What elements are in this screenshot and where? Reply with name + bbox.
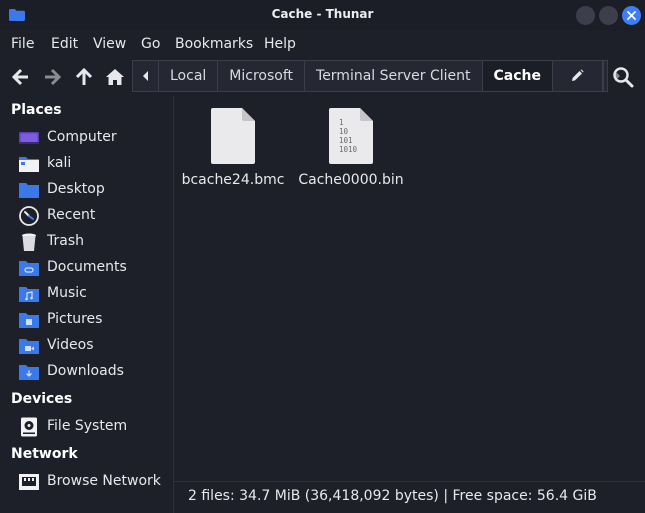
generic-file-icon xyxy=(211,108,255,164)
sidebar-item-label: Recent xyxy=(47,207,96,223)
network-heading: Network xyxy=(11,446,78,462)
file-name: Cache0000.bin xyxy=(298,172,404,188)
sidebar-item-videos[interactable]: Videos xyxy=(19,334,169,358)
close-icon xyxy=(627,11,636,20)
menu-bookmarks[interactable]: Bookmarks xyxy=(175,36,253,52)
desktop-folder-icon xyxy=(19,183,39,198)
file-name: bcache24.bmc xyxy=(181,172,285,188)
crumb-cache[interactable]: Cache xyxy=(482,61,554,91)
minimize-button[interactable] xyxy=(576,6,595,25)
computer-icon xyxy=(19,132,39,144)
sidebar-item-label: Browse Network xyxy=(47,473,161,489)
sidebar-item-label: Music xyxy=(47,285,87,301)
sidebar-item-desktop[interactable]: Desktop xyxy=(19,178,169,202)
sidebar-item-label: Pictures xyxy=(47,311,103,327)
sidebar-item-downloads[interactable]: Downloads xyxy=(19,360,169,384)
binary-line: 1 xyxy=(339,118,344,127)
arrow-right-icon xyxy=(45,68,62,86)
videos-folder-icon xyxy=(19,339,39,354)
arrow-up-icon xyxy=(75,67,93,85)
sidebar-item-trash[interactable]: Trash xyxy=(19,230,169,254)
places-heading: Places xyxy=(11,102,62,118)
menu-help[interactable]: Help xyxy=(264,36,296,52)
back-button[interactable] xyxy=(8,64,34,90)
sidebar-item-label: kali xyxy=(47,155,72,171)
documents-folder-icon xyxy=(19,261,39,276)
file-item[interactable]: 1 10 101 1010 Cache0000.bin xyxy=(296,108,406,198)
downloads-folder-icon xyxy=(19,365,39,380)
menu-bar: File Edit View Go Bookmarks Help xyxy=(0,30,645,58)
crumb-terminal-server-client[interactable]: Terminal Server Client xyxy=(305,61,483,91)
sidebar-item-computer[interactable]: Computer xyxy=(19,126,169,150)
sidebar-item-label: File System xyxy=(47,418,128,434)
file-view[interactable]: bcache24.bmc 1 10 101 1010 Cache0000.bin xyxy=(174,96,645,481)
maximize-button[interactable] xyxy=(599,6,618,25)
search-icon xyxy=(613,67,634,88)
binary-file-icon: 1 10 101 1010 xyxy=(329,108,373,164)
menu-edit[interactable]: Edit xyxy=(51,36,78,52)
sidebar-item-pictures[interactable]: Pictures xyxy=(19,308,169,332)
menu-file[interactable]: File xyxy=(11,36,34,52)
sidebar-item-label: Trash xyxy=(47,233,84,249)
network-icon xyxy=(19,474,39,490)
sidebar-item-label: Videos xyxy=(47,337,94,353)
edit-location-button[interactable] xyxy=(553,61,604,91)
forward-button[interactable] xyxy=(39,64,65,90)
binary-line: 101 xyxy=(339,136,353,145)
toolbar: Local Microsoft Terminal Server Client C… xyxy=(0,58,645,96)
hard-drive-icon xyxy=(21,417,37,437)
search-button[interactable] xyxy=(612,66,634,88)
sidebar-item-file-system[interactable]: File System xyxy=(19,415,169,439)
crumb-microsoft[interactable]: Microsoft xyxy=(218,61,306,91)
sidebar-item-music[interactable]: Music xyxy=(19,282,169,306)
binary-line: 10 xyxy=(339,127,349,136)
pictures-folder-icon xyxy=(19,313,39,328)
trash-icon xyxy=(22,233,36,251)
status-text: 2 files: 34.7 MiB (36,418,092 bytes) | F… xyxy=(188,488,597,504)
home-button[interactable] xyxy=(102,64,128,90)
status-bar: 2 files: 34.7 MiB (36,418,092 bytes) | F… xyxy=(174,481,645,513)
title-bar: Cache - Thunar xyxy=(0,0,645,30)
home-icon xyxy=(106,69,124,85)
sidebar-item-recent[interactable]: Recent xyxy=(19,204,169,228)
pencil-icon xyxy=(572,69,584,81)
home-folder-icon xyxy=(19,157,39,172)
path-scroll-left-button[interactable] xyxy=(133,61,159,91)
sidebar-item-label: Computer xyxy=(47,129,117,145)
music-folder-icon xyxy=(19,287,39,302)
chevron-left-icon xyxy=(143,71,148,81)
binary-line: 1010 xyxy=(339,145,358,154)
menu-view[interactable]: View xyxy=(93,36,126,52)
devices-heading: Devices xyxy=(11,391,73,407)
sidebar-item-label: Desktop xyxy=(47,181,105,197)
file-item[interactable]: bcache24.bmc xyxy=(178,108,288,198)
sidebar-item-label: Downloads xyxy=(47,363,124,379)
arrow-left-icon xyxy=(11,68,28,86)
window-title: Cache - Thunar xyxy=(271,7,374,21)
sidebar-item-browse-network[interactable]: Browse Network xyxy=(19,470,169,494)
path-bar: Local Microsoft Terminal Server Client C… xyxy=(132,60,621,92)
close-button[interactable] xyxy=(622,6,641,25)
up-button[interactable] xyxy=(71,64,97,90)
menu-go[interactable]: Go xyxy=(141,36,160,52)
sidebar-item-label: Documents xyxy=(47,259,127,275)
sidebar-item-kali[interactable]: kali xyxy=(19,152,169,176)
crumb-local[interactable]: Local xyxy=(159,61,219,91)
sidebar-item-documents[interactable]: Documents xyxy=(19,256,169,280)
clock-icon xyxy=(19,206,39,226)
sidebar: Places Computer kali Desktop Recent Tras… xyxy=(0,96,173,513)
